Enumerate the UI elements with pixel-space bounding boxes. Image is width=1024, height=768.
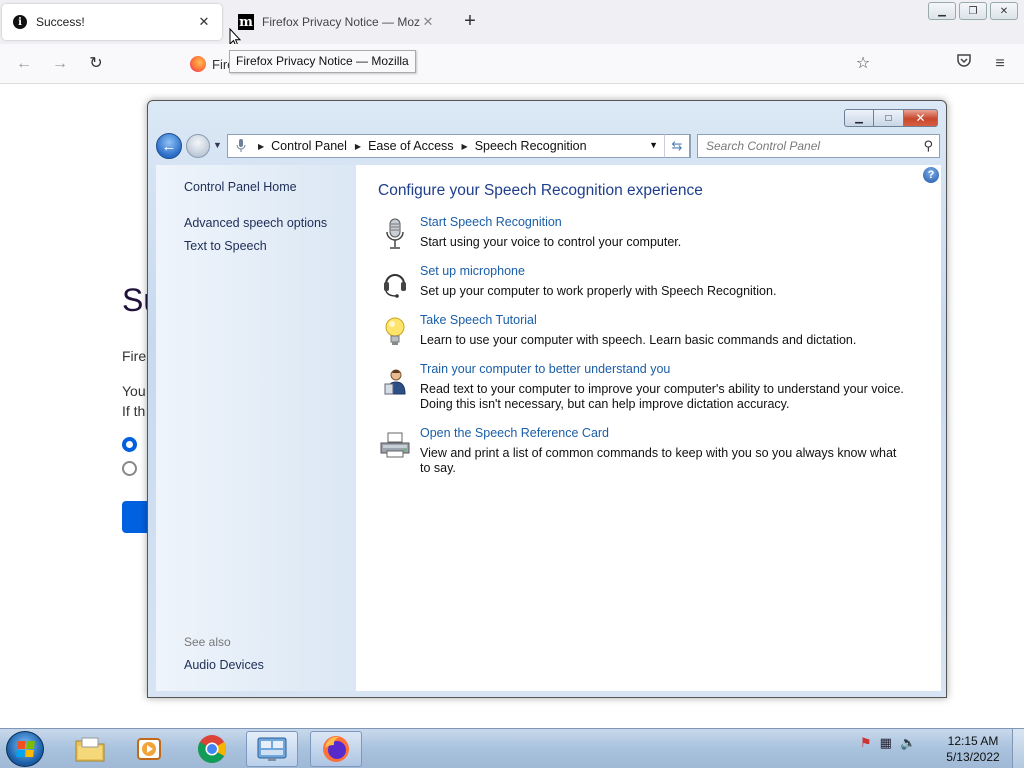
nav-audio-devices[interactable]: Audio Devices — [184, 658, 264, 672]
nav-advanced-speech-options[interactable]: Advanced speech options — [184, 216, 327, 230]
page-text: Fire — [122, 348, 147, 364]
left-navigation-pane: Control Panel Home Advanced speech optio… — [156, 165, 356, 691]
system-clock[interactable]: 12:15 AM 5/13/2022 — [936, 733, 1010, 765]
page-title: Configure your Speech Recognition experi… — [378, 182, 703, 199]
explorer-toolbar: ← ▼ ▶ Control Panel ▶ Ease of Access ▶ S… — [156, 131, 940, 161]
taskbar-explorer[interactable] — [64, 731, 116, 767]
back-arrow-icon[interactable]: ← — [156, 133, 182, 159]
radio-option-2[interactable] — [122, 461, 137, 476]
new-tab-button[interactable]: + — [458, 10, 482, 34]
back-arrow-icon[interactable]: ← — [12, 52, 36, 76]
windows-logo-icon — [16, 741, 35, 757]
tab-title: Firefox Privacy Notice — Mozil — [262, 15, 420, 29]
tab-tooltip: Firefox Privacy Notice — Mozilla — [229, 50, 416, 73]
taskbar-control-panel[interactable] — [246, 731, 298, 767]
firefox-logo-icon — [190, 56, 206, 72]
minimize-button[interactable]: ▁ — [844, 109, 874, 127]
help-icon[interactable]: ? — [923, 167, 939, 183]
control-panel-icon — [232, 138, 250, 154]
control-panel-window: ▁ □ ✕ ← ▼ ▶ Control Panel ▶ Ease of Acce… — [147, 100, 947, 698]
system-tray: ⚑ ▦ 🔈 — [860, 735, 916, 751]
show-desktop-button[interactable] — [1012, 729, 1024, 768]
windows-taskbar: ⚑ ▦ 🔈 12:15 AM 5/13/2022 — [0, 728, 1024, 768]
breadcrumb-control-panel[interactable]: Control Panel — [271, 139, 347, 153]
search-input[interactable]: Search Control Panel ⚲ — [697, 134, 940, 158]
hamburger-menu-icon[interactable]: ≡ — [988, 52, 1012, 76]
search-icon[interactable]: ⚲ — [923, 138, 933, 154]
taskbar-media-player[interactable] — [124, 731, 176, 767]
see-also-label: See also — [184, 635, 231, 649]
headset-icon — [378, 266, 412, 300]
radio-option-1[interactable] — [122, 437, 137, 452]
address-dropdown-icon[interactable]: ▼ — [649, 140, 658, 150]
minimize-button[interactable]: ▁ — [928, 2, 956, 20]
lightbulb-icon — [378, 315, 412, 349]
control-panel-icon — [257, 737, 287, 761]
tab-privacy-notice[interactable]: m Firefox Privacy Notice — Mozil ✕ — [228, 4, 446, 40]
main-content-pane: ? Configure your Speech Recognition expe… — [356, 165, 941, 691]
clock-time: 12:15 AM — [947, 734, 999, 748]
recent-pages-dropdown[interactable]: ▼ — [213, 140, 222, 150]
browser-window-controls: ▁ ❐ ✕ — [928, 2, 1018, 20]
page-text: If th — [122, 403, 146, 419]
breadcrumb-ease-of-access[interactable]: Ease of Access — [368, 139, 453, 153]
pocket-icon[interactable] — [952, 52, 976, 76]
breadcrumb-separator-icon: ▶ — [258, 141, 265, 151]
chrome-icon — [198, 735, 226, 763]
close-icon[interactable]: ✕ — [196, 14, 212, 30]
task-link[interactable]: Open the Speech Reference Card — [420, 426, 609, 440]
task-description: View and print a list of common commands… — [420, 446, 897, 475]
address-bar[interactable]: ▶ Control Panel ▶ Ease of Access ▶ Speec… — [227, 134, 691, 158]
volume-icon[interactable]: 🔈 — [900, 735, 916, 751]
network-icon[interactable]: ▦ — [880, 735, 892, 751]
info-icon: i — [12, 14, 28, 30]
folder-icon — [75, 737, 105, 762]
close-button[interactable]: ✕ — [990, 2, 1018, 20]
task-description: Read text to your computer to improve yo… — [420, 382, 904, 411]
tab-title: Success! — [36, 15, 85, 29]
firefox-icon — [323, 736, 349, 762]
person-icon — [378, 364, 412, 398]
breadcrumb-separator-icon[interactable]: ▶ — [355, 142, 361, 151]
bookmark-star-icon[interactable]: ☆ — [851, 52, 875, 76]
start-button[interactable] — [6, 731, 44, 767]
media-player-icon — [137, 738, 161, 760]
action-center-flag-icon[interactable]: ⚑ — [860, 735, 872, 751]
microphone-icon — [378, 217, 412, 251]
task-link[interactable]: Train your computer to better understand… — [420, 362, 670, 376]
close-icon[interactable]: ✕ — [420, 14, 436, 30]
page-text: You — [122, 383, 146, 399]
browser-nav-bar: ← → ↻ Fire ☆ ≡ — [0, 44, 1024, 84]
window-caption-buttons: ▁ □ ✕ — [844, 109, 938, 127]
nav-text-to-speech[interactable]: Text to Speech — [184, 239, 267, 253]
task-description: Start using your voice to control your c… — [420, 235, 682, 249]
search-placeholder: Search Control Panel — [706, 139, 821, 153]
taskbar-firefox[interactable] — [310, 731, 362, 767]
clock-date: 5/13/2022 — [946, 750, 1000, 764]
restore-button[interactable]: ❐ — [959, 2, 987, 20]
tab-success[interactable]: i Success! ✕ — [2, 4, 222, 40]
printer-icon — [378, 428, 412, 462]
task-description: Set up your computer to work properly wi… — [420, 284, 777, 298]
close-button[interactable]: ✕ — [904, 109, 938, 127]
refresh-icon[interactable]: ⇆ — [664, 134, 690, 158]
taskbar-chrome[interactable] — [186, 731, 238, 767]
browser-tab-bar: i Success! ✕ m Firefox Privacy Notice — … — [0, 0, 1024, 48]
task-link[interactable]: Take Speech Tutorial — [420, 313, 537, 327]
forward-arrow-icon[interactable]: → — [48, 52, 72, 76]
task-link[interactable]: Start Speech Recognition — [420, 215, 562, 229]
task-link[interactable]: Set up microphone — [420, 264, 525, 278]
reload-icon[interactable]: ↻ — [84, 52, 108, 76]
breadcrumb-speech-recognition[interactable]: Speech Recognition — [475, 139, 587, 153]
maximize-button[interactable]: □ — [874, 109, 904, 127]
breadcrumb-separator-icon[interactable]: ▶ — [462, 142, 468, 151]
forward-arrow-icon[interactable] — [186, 134, 210, 158]
nav-control-panel-home[interactable]: Control Panel Home — [184, 180, 297, 194]
task-description: Learn to use your computer with speech. … — [420, 333, 857, 347]
